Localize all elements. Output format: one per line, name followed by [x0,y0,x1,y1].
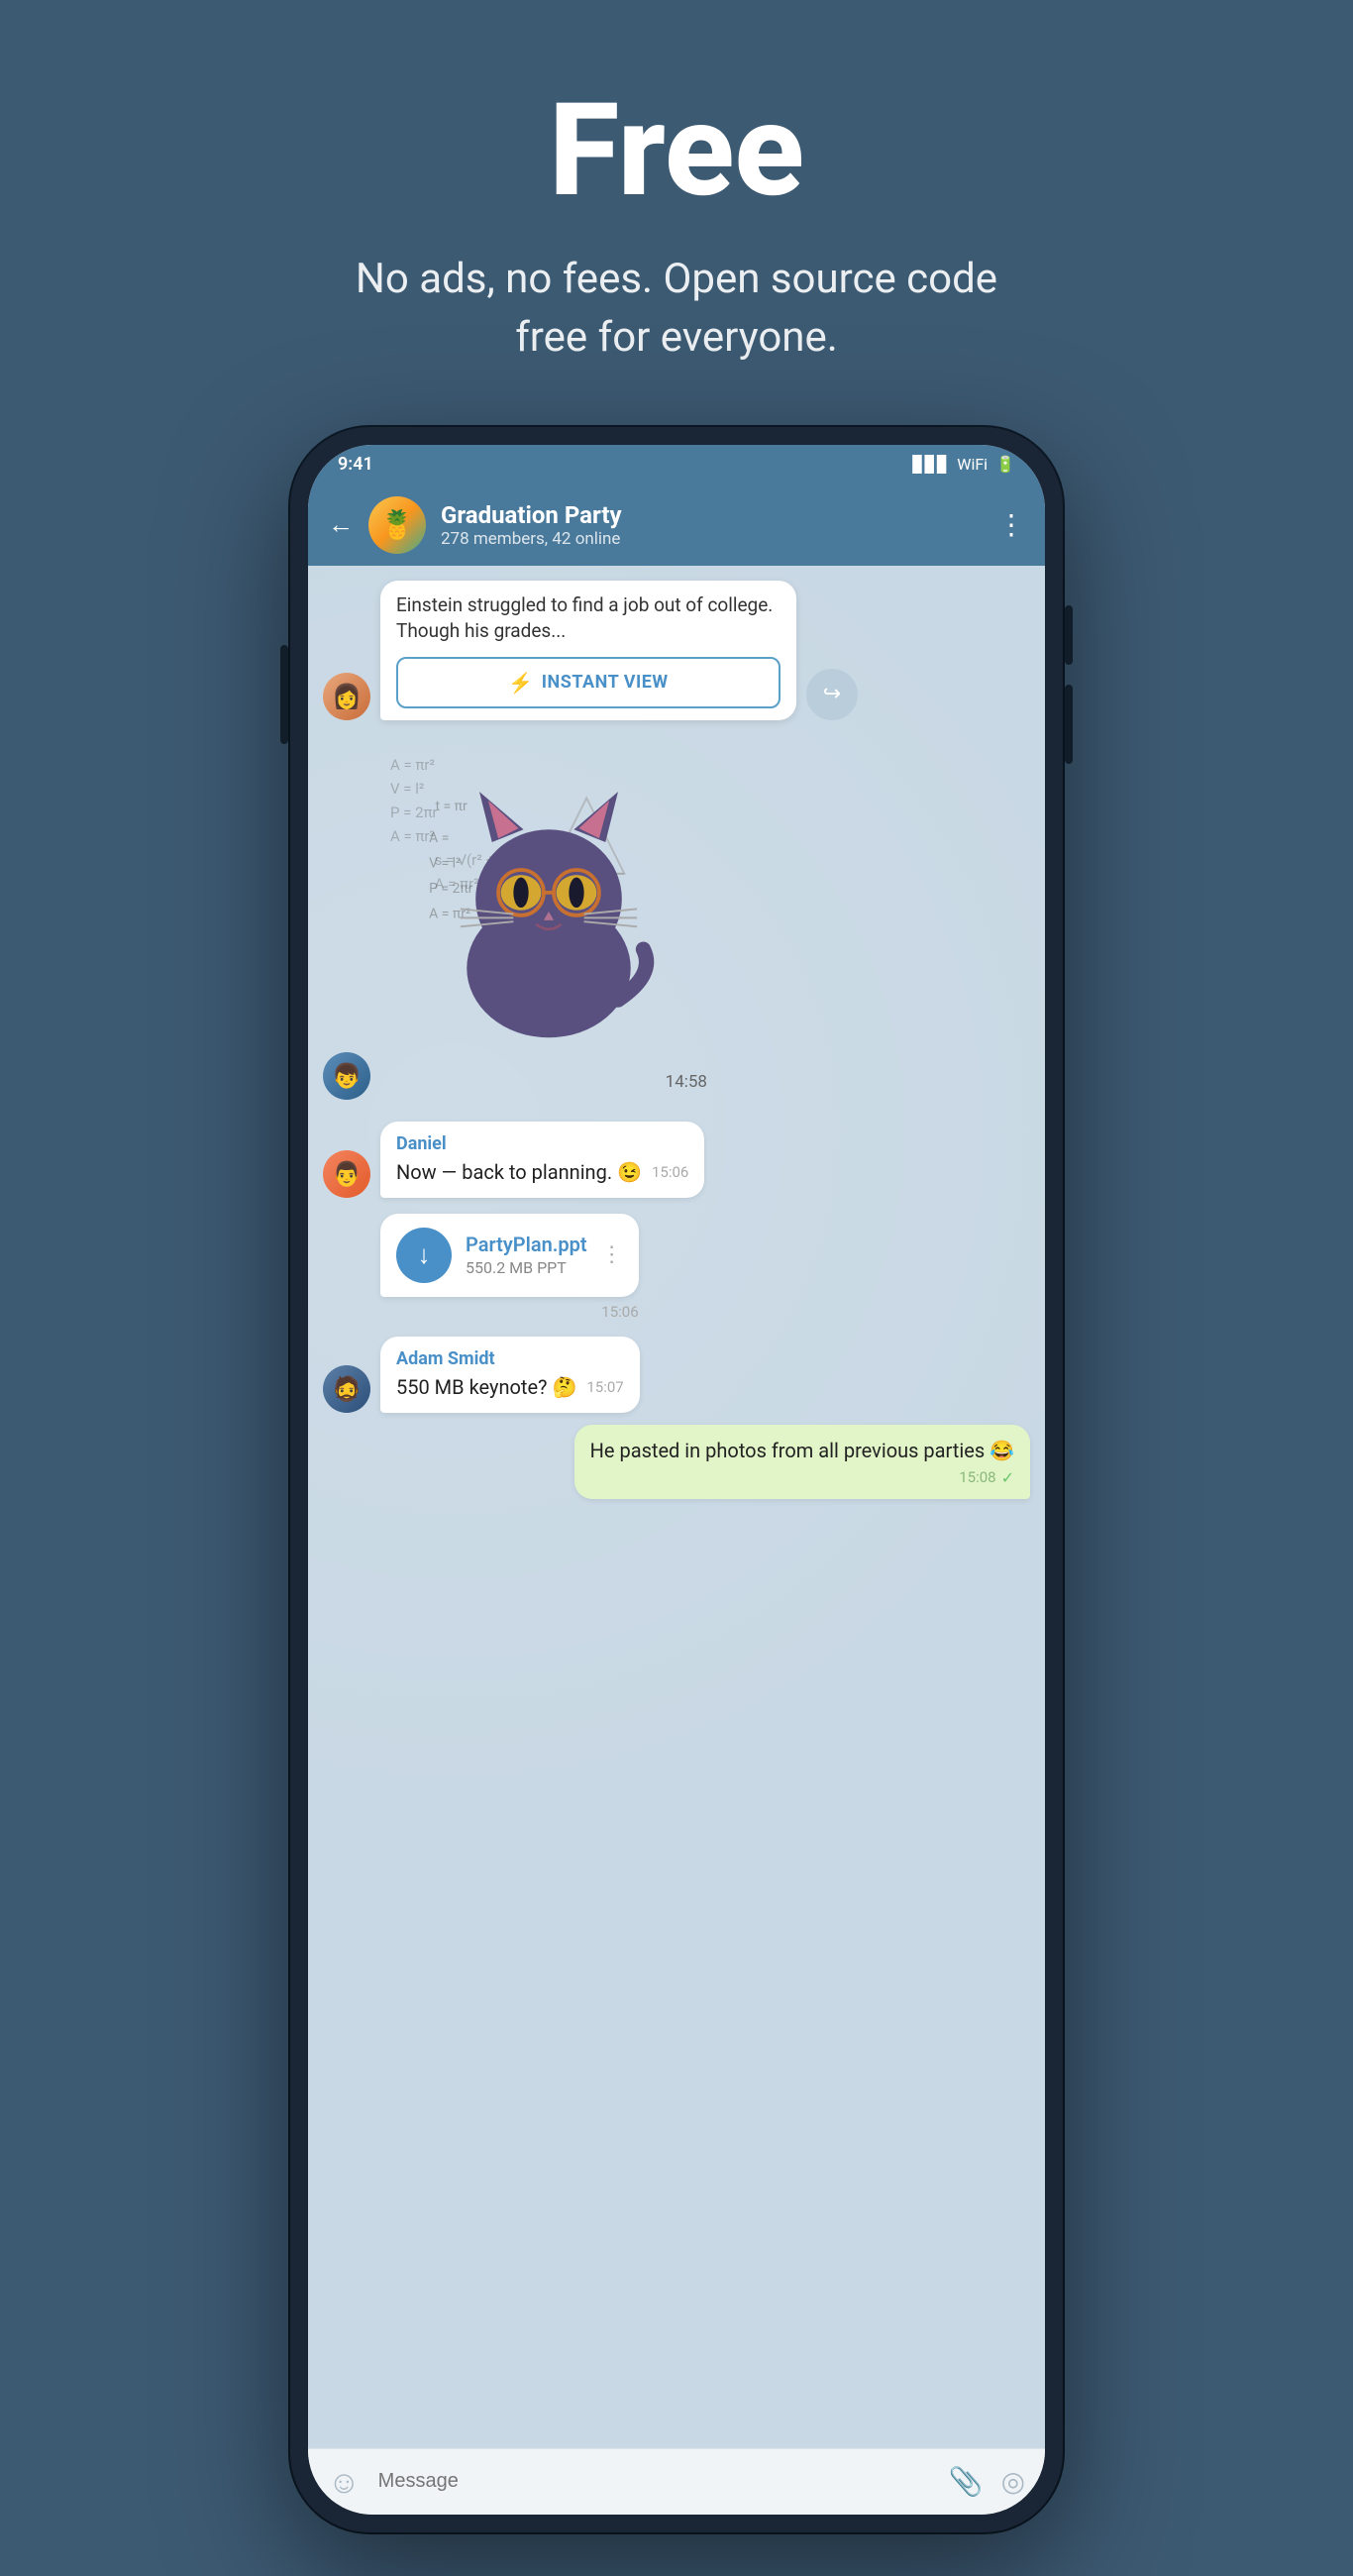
svg-text:A = πr²: A = πr² [429,906,470,921]
article-bubble: Einstein struggled to find a job out of … [380,581,796,720]
file-info: PartyPlan.ppt 550.2 MB PPT [466,1233,587,1277]
chat-header: ← 🍍 Graduation Party 278 members, 42 onl… [308,484,1045,566]
file-menu-button[interactable]: ⋮ [601,1242,623,1267]
wifi-icon: WiFi [957,455,988,474]
avatar-image-adam: 🧔 [323,1365,370,1413]
sender-avatar-girl: 👩 [323,673,370,720]
phone-outer-frame: 9:41 ▊▊▊ WiFi 🔋 ← 🍍 Graduation Party 278… [290,427,1063,2532]
volume-up-button [1065,605,1073,665]
cat-sticker: t = πr A = V = l² P = 2πr A = πr² [410,773,687,1050]
lightning-icon: ⚡ [508,671,533,695]
file-message-wrapper: ↓ PartyPlan.ppt 550.2 MB PPT ⋮ 15:06 [380,1214,639,1321]
group-avatar: 🍍 [368,496,426,554]
adam-message-bubble: Adam Smidt 550 MB keynote? 🤔 15:07 [380,1337,640,1413]
svg-text:P = 2πr: P = 2πr [429,881,473,897]
share-icon: ↪ [823,682,841,706]
sticker-section: 👦 A = πr² V = l² P = 2πr A = πr² s = √(r… [323,743,1030,1100]
hero-title: Free [330,79,1023,221]
message-input[interactable] [378,2470,931,2493]
instant-view-label: INSTANT VIEW [542,672,669,693]
svg-text:A =: A = [429,830,449,846]
daniel-message-text: Now — back to planning. 😉 15:06 [396,1158,688,1186]
phone-mockup: 9:41 ▊▊▊ WiFi 🔋 ← 🍍 Graduation Party 278… [290,427,1063,2532]
sender-avatar-boy: 👦 [323,1052,370,1100]
hero-subtitle: No ads, no fees. Open source code free f… [330,251,1023,368]
sender-avatar-daniel: 👨 [323,1150,370,1198]
emoji-button[interactable]: ☺ [328,2463,361,2501]
outgoing-message-row: He pasted in photos from all previous pa… [323,1425,1030,1499]
phone-screen: 9:41 ▊▊▊ WiFi 🔋 ← 🍍 Graduation Party 278… [308,445,1045,2515]
power-button [280,645,288,744]
file-size: 550.2 MB PPT [466,1258,587,1277]
svg-text:t = πr: t = πr [435,799,468,814]
status-bar: 9:41 ▊▊▊ WiFi 🔋 [308,445,1045,484]
battery-icon: 🔋 [995,455,1015,474]
share-button[interactable]: ↪ [806,669,858,720]
file-name: PartyPlan.ppt [466,1233,587,1256]
outgoing-check-icon: ✓ [1001,1468,1014,1487]
file-time: 15:06 [380,1303,639,1321]
hero-section: Free No ads, no fees. Open source code f… [330,0,1023,427]
file-download-button[interactable]: ↓ [396,1228,452,1283]
outgoing-message-text: He pasted in photos from all previous pa… [590,1437,1014,1464]
adam-message-text: 550 MB keynote? 🤔 15:07 [396,1373,624,1401]
file-bubble: ↓ PartyPlan.ppt 550.2 MB PPT ⋮ [380,1214,639,1297]
message-input-bar: ☺ 📎 ◎ [308,2448,1045,2515]
adam-message-row: 🧔 Adam Smidt 550 MB keynote? 🤔 15:07 [323,1337,1030,1413]
back-button[interactable]: ← [328,509,354,540]
instant-view-button[interactable]: ⚡ INSTANT VIEW [396,657,781,708]
avatar-image-girl: 👩 [323,673,370,720]
camera-button[interactable]: ◎ [1001,2465,1025,2498]
chat-group-meta: 278 members, 42 online [441,529,983,549]
svg-text:V = l²: V = l² [429,855,461,871]
daniel-message-row: 👨 Daniel Now — back to planning. 😉 15:06 [323,1122,1030,1198]
adam-message-time: 15:07 [586,1377,623,1398]
sender-avatar-adam: 🧔 [323,1365,370,1413]
status-time: 9:41 [338,454,373,475]
outgoing-message-footer: 15:08 ✓ [590,1468,1014,1487]
chat-group-name: Graduation Party [441,501,983,529]
adam-sender-name: Adam Smidt [396,1348,624,1369]
file-message-row: ↓ PartyPlan.ppt 550.2 MB PPT ⋮ 15:06 [323,1214,1030,1321]
daniel-sender-name: Daniel [396,1133,688,1154]
article-bubble-wrapper: Einstein struggled to find a job out of … [380,581,796,720]
daniel-message-time: 15:06 [652,1162,688,1183]
outgoing-message-bubble: He pasted in photos from all previous pa… [574,1425,1030,1499]
article-text: Einstein struggled to find a job out of … [396,592,781,645]
avatar-image-boy: 👦 [323,1052,370,1100]
volume-down-button [1065,685,1073,764]
signal-icon: ▊▊▊ [912,455,949,474]
attach-button[interactable]: 📎 [949,2465,984,2498]
outgoing-message-time: 15:08 [959,1468,995,1486]
chat-menu-button[interactable]: ⋮ [997,508,1025,541]
sticker-container: A = πr² V = l² P = 2πr A = πr² s = √(r² … [380,743,717,1100]
daniel-message-bubble: Daniel Now — back to planning. 😉 15:06 [380,1122,704,1198]
article-message: 👩 Einstein struggled to find a job out o… [323,581,1030,720]
avatar-image-daniel: 👨 [323,1150,370,1198]
chat-info: Graduation Party 278 members, 42 online [441,501,983,549]
chat-body: 👩 Einstein struggled to find a job out o… [308,566,1045,2448]
status-icons: ▊▊▊ WiFi 🔋 [912,455,1015,474]
sticker-time: 14:58 [666,1072,707,1092]
